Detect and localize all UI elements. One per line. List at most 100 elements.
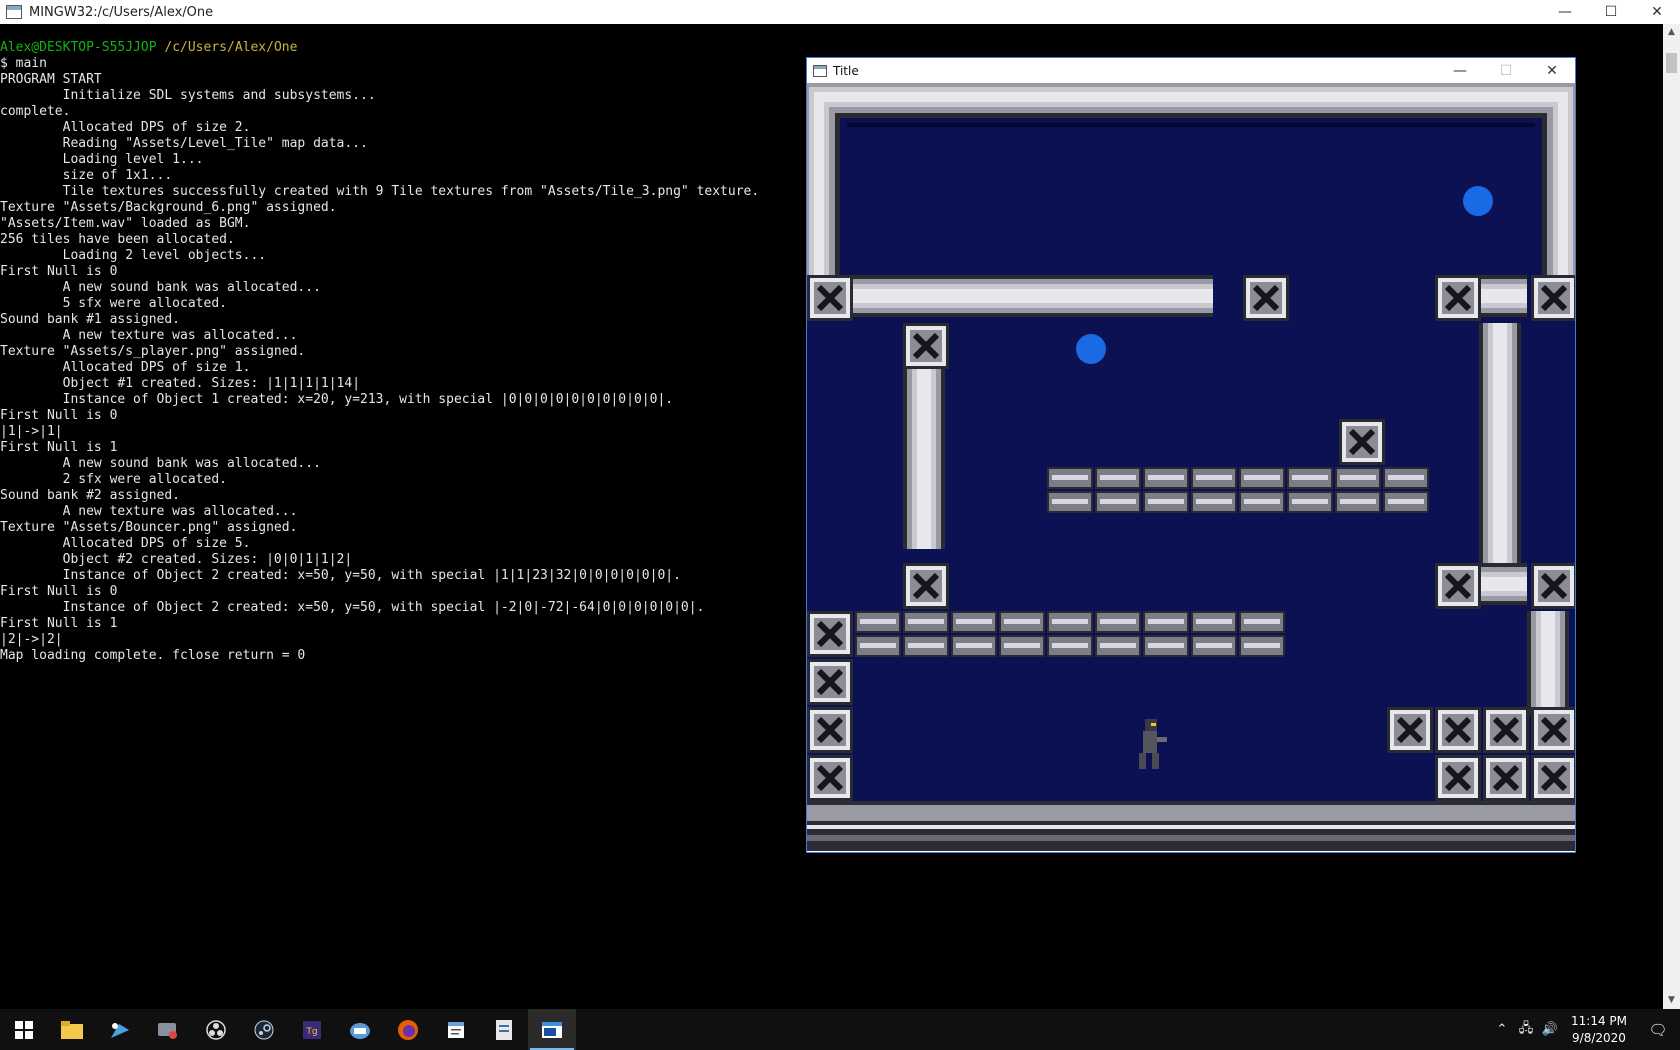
metal-brick xyxy=(855,635,901,657)
floor-top xyxy=(807,805,1575,821)
metal-brick xyxy=(951,635,997,657)
x-block xyxy=(1435,275,1481,321)
volume-icon[interactable]: 🔊 xyxy=(1538,1022,1562,1037)
metal-brick xyxy=(1335,491,1381,513)
metal-brick xyxy=(1047,467,1093,489)
game-window[interactable]: Title — ☐ ✕ xyxy=(806,57,1576,853)
x-block xyxy=(1435,755,1481,801)
editor-icon[interactable] xyxy=(480,1009,528,1050)
game-maximize-button[interactable]: ☐ xyxy=(1483,58,1529,83)
game-app-icon[interactable]: Tg xyxy=(288,1009,336,1050)
pipe-horizontal xyxy=(1479,275,1527,317)
x-block xyxy=(807,275,853,321)
x-block xyxy=(1243,275,1289,321)
metal-brick xyxy=(1095,611,1141,633)
metal-brick xyxy=(1239,611,1285,633)
start-icon[interactable] xyxy=(0,1009,48,1050)
terminal-app-icon xyxy=(6,5,22,19)
terminal-scrollbar[interactable]: ▲ ▼ xyxy=(1663,24,1680,1009)
paint-icon[interactable] xyxy=(96,1009,144,1050)
floor-rail xyxy=(807,825,1575,829)
floor-base xyxy=(807,835,1575,841)
pipe-horizontal xyxy=(849,275,1213,317)
bouncer-orb xyxy=(1463,186,1493,216)
x-block xyxy=(807,755,853,801)
notepad-icon[interactable] xyxy=(432,1009,480,1050)
metal-brick xyxy=(1239,467,1285,489)
metal-brick xyxy=(1143,611,1189,633)
svg-text:Tg: Tg xyxy=(305,1027,317,1037)
metal-brick xyxy=(1191,611,1237,633)
frame-inner-shadow xyxy=(847,123,1535,127)
metal-brick xyxy=(1095,491,1141,513)
x-block xyxy=(1483,755,1529,801)
metal-brick xyxy=(951,611,997,633)
metal-brick xyxy=(1287,467,1333,489)
taskbar: Tg ⌃ 🖧 🔊 11:14 PM 9/8/2020 🗨 xyxy=(0,1009,1680,1050)
metal-brick xyxy=(855,611,901,633)
system-tray: ⌃ 🖧 🔊 11:14 PM 9/8/2020 🗨 xyxy=(1490,1009,1680,1050)
metal-brick xyxy=(1383,491,1429,513)
x-block xyxy=(1531,563,1575,609)
browser-icon[interactable] xyxy=(336,1009,384,1050)
game-app-icon xyxy=(813,64,827,77)
capture-icon[interactable] xyxy=(144,1009,192,1050)
metal-brick xyxy=(1383,467,1429,489)
maximize-button[interactable]: ☐ xyxy=(1588,0,1634,24)
x-block xyxy=(1339,419,1385,465)
metal-brick xyxy=(1191,467,1237,489)
tray-chevron-up-icon[interactable]: ⌃ xyxy=(1490,1022,1514,1037)
metal-brick xyxy=(903,635,949,657)
metal-brick xyxy=(1047,635,1093,657)
metal-brick xyxy=(999,611,1045,633)
metal-brick xyxy=(1191,635,1237,657)
terminal-title: MINGW32:/c/Users/Alex/One xyxy=(29,4,214,20)
game-minimize-button[interactable]: — xyxy=(1437,58,1483,83)
pipe-horizontal xyxy=(1479,563,1527,605)
steam-icon[interactable] xyxy=(240,1009,288,1050)
terminal-icon[interactable] xyxy=(528,1009,576,1050)
scroll-down-icon[interactable]: ▼ xyxy=(1663,992,1680,1009)
player-leg xyxy=(1139,753,1146,769)
player-arm xyxy=(1157,737,1167,742)
x-block xyxy=(807,659,853,705)
clock-date: 9/8/2020 xyxy=(1572,1030,1626,1045)
metal-brick xyxy=(1095,635,1141,657)
pipe-vertical xyxy=(1527,611,1569,715)
metal-brick xyxy=(1239,635,1285,657)
clock-time: 11:14 PM xyxy=(1571,1013,1627,1028)
player-visor xyxy=(1151,723,1156,726)
x-block xyxy=(1387,707,1433,753)
scroll-up-icon[interactable]: ▲ xyxy=(1663,24,1680,41)
bouncer-orb xyxy=(1076,334,1106,364)
notifications-icon[interactable]: 🗨 xyxy=(1636,1021,1680,1039)
game-close-button[interactable]: ✕ xyxy=(1529,58,1575,83)
x-block xyxy=(1531,707,1575,753)
network-icon[interactable]: 🖧 xyxy=(1514,1019,1538,1041)
x-block xyxy=(1531,275,1575,321)
pipe-vertical xyxy=(903,349,945,549)
scroll-thumb[interactable] xyxy=(1666,53,1677,73)
game-scene xyxy=(807,83,1575,851)
metal-brick xyxy=(903,611,949,633)
x-block xyxy=(1483,707,1529,753)
firefox-icon[interactable] xyxy=(384,1009,432,1050)
player-leg xyxy=(1152,753,1159,769)
metal-brick xyxy=(1287,491,1333,513)
game-canvas[interactable] xyxy=(807,83,1575,851)
metal-brick xyxy=(1335,467,1381,489)
x-block xyxy=(1435,707,1481,753)
game-titlebar: Title — ☐ ✕ xyxy=(807,58,1575,83)
file-explorer-icon[interactable] xyxy=(48,1009,96,1050)
minimize-button[interactable]: — xyxy=(1542,0,1588,24)
metal-brick xyxy=(999,635,1045,657)
metal-brick xyxy=(1047,491,1093,513)
metal-brick xyxy=(1047,611,1093,633)
prompt-path: /c/Users/Alex/One xyxy=(164,40,298,55)
metal-brick xyxy=(1095,467,1141,489)
clock[interactable]: 11:14 PM 9/8/2020 xyxy=(1562,1013,1636,1047)
obs-icon[interactable] xyxy=(192,1009,240,1050)
x-block xyxy=(903,323,949,369)
close-button[interactable]: ✕ xyxy=(1634,0,1680,24)
prompt-user: Alex@DESKTOP-S55JJOP xyxy=(0,40,157,55)
